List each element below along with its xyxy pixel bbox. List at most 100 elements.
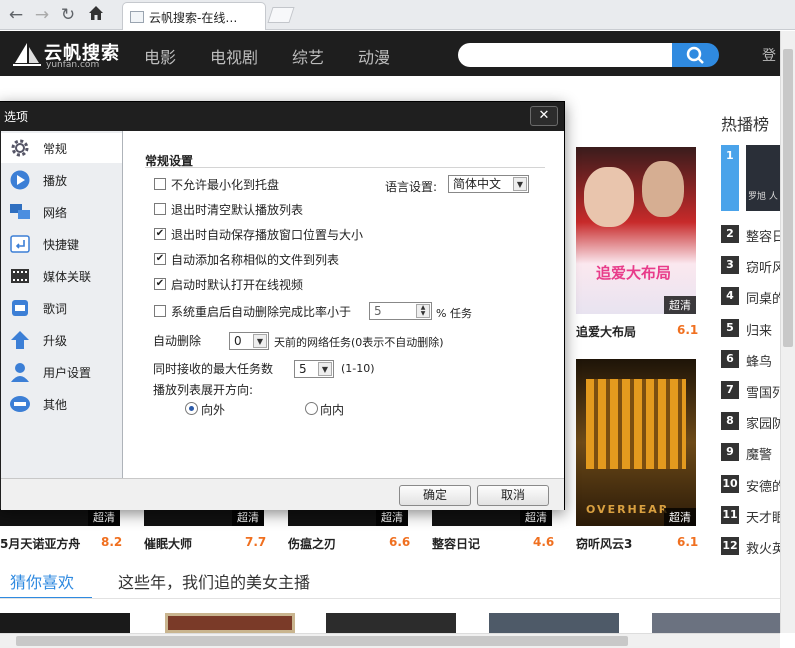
movie-score: 7.7 [245, 535, 267, 549]
hot-rank-number: 3 [721, 256, 739, 275]
option-label[interactable]: 不允许最小化到托盘 [171, 176, 279, 193]
dialog-title: 选项 [4, 110, 29, 124]
movie-poster[interactable]: 追爱大布局 超清 [576, 147, 696, 314]
poster-art [586, 379, 686, 469]
ok-button[interactable]: 确定 [399, 485, 471, 506]
movie-poster[interactable]: OVERHEAR 超清 [576, 359, 696, 526]
tab-guess-you-like[interactable]: 猜你喜欢 [10, 569, 74, 593]
sidebar-item-shortcuts[interactable]: 快捷键 [1, 229, 122, 259]
horizontal-scroll-thumb[interactable] [16, 636, 628, 646]
login-link[interactable]: 登 [762, 45, 776, 65]
option-checkbox[interactable] [154, 305, 166, 317]
option-checkbox[interactable]: ✔ [154, 278, 166, 290]
nav-variety[interactable]: 综艺 [292, 44, 324, 68]
ratio-spinbox[interactable]: 5 ▲ ▼ [369, 302, 432, 320]
back-icon[interactable]: ← [6, 4, 26, 26]
hd-badge: 超清 [232, 508, 264, 526]
movie-title[interactable]: 追爱大布局 [576, 323, 636, 340]
logo-subtext: yunfan.com [46, 60, 100, 70]
radio-inward[interactable] [305, 402, 318, 415]
nav-anime[interactable]: 动漫 [358, 44, 390, 68]
sidebar-item-network[interactable]: 网络 [1, 197, 122, 227]
option-label[interactable]: 系统重启后自动删除完成比率小于 [171, 303, 351, 320]
movie-score: 4.6 [533, 535, 555, 549]
hd-badge: 超清 [88, 508, 120, 526]
sidebar-item-playback[interactable]: 播放 [1, 165, 122, 195]
search-input[interactable] [458, 43, 674, 67]
video-thumbnail[interactable] [489, 613, 619, 633]
auto-delete-select[interactable]: 0 ▼ [229, 332, 269, 350]
close-button[interactable]: ✕ [530, 106, 558, 126]
sidebar-item-user-settings[interactable]: 用户设置 [1, 357, 122, 387]
option-label[interactable]: 退出时清空默认播放列表 [171, 201, 303, 218]
video-thumbnail[interactable] [0, 613, 130, 633]
max-tasks-select[interactable]: 5 ▼ [294, 360, 334, 378]
vertical-scroll-thumb[interactable] [783, 49, 793, 347]
movie-title[interactable]: 伤瘟之刃 [288, 535, 336, 552]
page-icon [130, 11, 144, 23]
hot-rank-number: 6 [721, 349, 739, 368]
video-thumbnail[interactable] [165, 613, 295, 633]
sidebar-item-other[interactable]: 其他 [1, 389, 122, 419]
movie-title[interactable]: 窃听风云3 [576, 535, 632, 552]
sidebar-item-label: 常规 [43, 142, 68, 156]
auto-delete-label: 自动删除 [153, 334, 202, 348]
other-icon [10, 396, 30, 412]
radio-outward[interactable] [185, 402, 198, 415]
cancel-button[interactable]: 取消 [477, 485, 549, 506]
sidebar-item-lyrics[interactable]: 歌词 [1, 293, 122, 323]
sidebar-item-upgrade[interactable]: 升级 [1, 325, 122, 355]
option-checkbox[interactable]: ✔ [154, 253, 166, 265]
hot-list-title: 热播榜 [721, 115, 770, 134]
site-header: 云帆搜索 yunfan.com 电影 电视剧 综艺 动漫 登 [0, 31, 780, 76]
option-checkbox[interactable]: ✔ [154, 228, 166, 240]
hot-rank-number: 11 [721, 505, 739, 524]
search-button[interactable] [672, 43, 719, 67]
nav-movies[interactable]: 电影 [144, 44, 176, 68]
forward-icon[interactable]: → [32, 4, 52, 26]
radio-selected-dot [189, 406, 194, 411]
tab-anchors[interactable]: 这些年，我们追的美女主播 [118, 569, 310, 593]
chevron-down-icon: ▼ [513, 177, 527, 191]
spinner-arrows-icon[interactable]: ▲ ▼ [416, 304, 430, 318]
radio-outward-label[interactable]: 向外 [201, 401, 225, 418]
sail-logo-icon [13, 43, 41, 66]
radio-inward-label[interactable]: 向内 [320, 401, 344, 418]
options-panel: 常规设置 不允许最小化到托盘 语言设置: 简体中文 ▼ 退出时清空默认播放列表 … [124, 131, 564, 478]
max-tasks-label: 同时接收的最大任务数 [153, 362, 274, 376]
movie-score: 6.6 [389, 535, 411, 549]
poster-title-art: OVERHEAR [586, 503, 670, 516]
sidebar-item-label: 播放 [43, 174, 68, 188]
thumbnail-caption: 罗旭 人 [748, 192, 778, 202]
movie-title[interactable]: 整容日记 [432, 535, 480, 552]
movie-title[interactable]: 5月天诺亚方舟 [0, 535, 80, 552]
option-label[interactable]: 退出时自动保存播放窗口位置与大小 [171, 226, 363, 243]
movie-title[interactable]: 催眠大师 [144, 535, 192, 552]
option-checkbox[interactable] [154, 203, 166, 215]
dialog-body: 常规 播放 网络 快捷键 媒体关联 歌词 升级 用户设置 其他 常规设置 不允许… [1, 131, 564, 478]
hot-list-item[interactable]: 蜂鸟 [746, 351, 772, 370]
hot-rank-number: 7 [721, 381, 739, 399]
nav-tv[interactable]: 电视剧 [210, 44, 258, 68]
tab-title: 云帆搜索-在线… [149, 11, 238, 25]
hot-rank-1-highlight[interactable]: 1 [721, 145, 739, 211]
video-thumbnail[interactable] [652, 613, 780, 633]
hot-rank-number: 9 [721, 443, 739, 462]
browser-tab[interactable]: 云帆搜索-在线… [122, 2, 266, 30]
dialog-footer: 确定 取消 [1, 478, 564, 510]
hot-list-item[interactable]: 魔警 [746, 444, 772, 463]
option-label[interactable]: 启动时默认打开在线视频 [171, 276, 303, 293]
hot-list-item[interactable]: 归来 [746, 320, 772, 339]
sidebar-item-label: 网络 [43, 206, 68, 220]
video-thumbnail[interactable] [326, 613, 456, 633]
sidebar-item-general[interactable]: 常规 [1, 133, 122, 163]
hot-rank-1-thumbnail[interactable]: 罗旭 人 [746, 145, 780, 211]
play-icon [10, 170, 30, 190]
language-select[interactable]: 简体中文 ▼ [448, 175, 529, 193]
option-label[interactable]: 自动添加名称相似的文件到列表 [171, 251, 339, 268]
sidebar-item-media-association[interactable]: 媒体关联 [1, 261, 122, 291]
new-tab-button[interactable] [267, 7, 295, 23]
home-icon[interactable] [86, 4, 106, 26]
option-checkbox[interactable] [154, 178, 166, 190]
reload-icon[interactable]: ↻ [58, 4, 78, 26]
